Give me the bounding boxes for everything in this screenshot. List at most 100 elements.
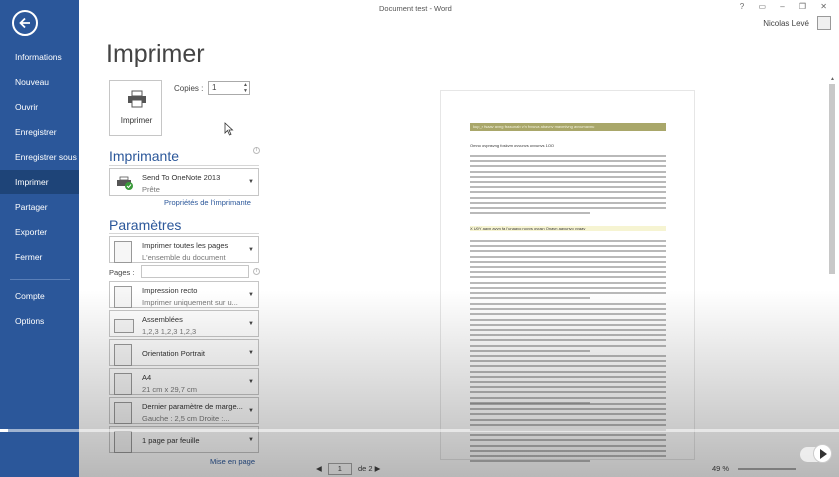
- text-line: [470, 297, 590, 300]
- zoom-slider[interactable]: [738, 468, 796, 470]
- scroll-up-icon[interactable]: ▲: [830, 76, 835, 82]
- next-page-icon[interactable]: ▶: [375, 464, 381, 473]
- text-line: [470, 423, 666, 426]
- back-arrow-icon[interactable]: [12, 10, 38, 36]
- text-line: [470, 160, 666, 163]
- printer-dropdown[interactable]: Send To OneNote 2013 Prête ▼: [109, 168, 259, 196]
- print-button-label: Imprimer: [120, 116, 153, 125]
- play-icon: [813, 444, 832, 463]
- title-bar: Document test - Word ? ▭ – ❐ ✕: [79, 0, 839, 16]
- nav-item-compte[interactable]: Compte: [0, 284, 79, 308]
- nav-item-enregistrer[interactable]: Enregistrer: [0, 120, 79, 144]
- user-name[interactable]: Nicolas Levé: [763, 19, 809, 28]
- prev-page-icon[interactable]: ◀: [316, 464, 322, 473]
- text-line: [470, 207, 666, 209]
- window-controls[interactable]: ? ▭ – ❐ ✕: [740, 2, 833, 11]
- margins-dropdown[interactable]: Dernier paramètre de marge... Gauche : 2…: [109, 397, 259, 424]
- collation-dropdown[interactable]: Assemblées 1,2,3 1,2,3 1,2,3 ▼: [109, 310, 259, 337]
- backstage-nav: Informations Nouveau Ouvrir Enregistrer …: [0, 0, 79, 477]
- page-setup-link[interactable]: Mise en page: [210, 457, 255, 466]
- page-total: de 2: [357, 464, 373, 473]
- orientation-dropdown[interactable]: Orientation Portrait ▼: [109, 339, 259, 366]
- paper-size-icon: [114, 373, 132, 395]
- pages-label: Pages :: [109, 268, 135, 277]
- nav-item-exporter[interactable]: Exporter: [0, 220, 79, 244]
- paper-size-dropdown[interactable]: A4 21 cm x 29,7 cm ▼: [109, 368, 259, 395]
- text-line: [470, 439, 666, 442]
- duplex-dropdown[interactable]: Impression recto Imprimer uniquement sur…: [109, 281, 259, 308]
- doc-heading: Omno ovpnsvng foskvm ovvunvs ovvunvs 1OO: [470, 143, 555, 148]
- nav-item-enregistrer-sous[interactable]: Enregistrer sous: [0, 145, 79, 169]
- text-line: [470, 308, 666, 311]
- text-line: [470, 370, 666, 373]
- printer-name: Send To OneNote 2013: [142, 173, 221, 182]
- text-line: [470, 281, 666, 284]
- chevron-down-icon: ▼: [248, 292, 254, 298]
- margins-icon: [114, 402, 132, 424]
- text-line: [470, 250, 666, 253]
- nav-item-ouvrir[interactable]: Ouvrir: [0, 95, 79, 119]
- info-icon[interactable]: i: [253, 147, 260, 154]
- mouse-cursor-icon: [224, 122, 234, 136]
- text-line: [470, 449, 666, 452]
- nav-item-imprimer[interactable]: Imprimer: [0, 170, 79, 194]
- text-line: [470, 396, 666, 399]
- text-line: [470, 191, 666, 194]
- divider: [109, 233, 259, 234]
- video-progress-fill: [0, 429, 9, 432]
- spin-arrows-icon[interactable]: ▲ ▼: [243, 82, 248, 94]
- margins-desc: Gauche : 2,5 cm Droite :...: [142, 414, 230, 423]
- text-line: [470, 318, 666, 321]
- text-line: [470, 413, 666, 416]
- nav-item-fermer[interactable]: Fermer: [0, 245, 79, 269]
- text-line: [470, 323, 666, 326]
- paper-size-desc: 21 cm x 29,7 cm: [142, 385, 198, 394]
- nav-item-partager[interactable]: Partager: [0, 195, 79, 219]
- collation-desc: 1,2,3 1,2,3 1,2,3: [142, 327, 197, 336]
- page-title: Imprimer: [106, 40, 205, 68]
- printer-properties-link[interactable]: Propriétés de l'imprimante: [164, 198, 251, 207]
- text-line: [470, 418, 666, 421]
- chevron-down-icon: ▼: [248, 408, 254, 414]
- text-line: [470, 391, 666, 394]
- text-line: [470, 339, 666, 342]
- pages-field[interactable]: [141, 265, 249, 278]
- collated-icon: [114, 319, 134, 333]
- nav-item-nouveau[interactable]: Nouveau: [0, 70, 79, 94]
- copies-stepper[interactable]: 1 ▲ ▼: [208, 81, 250, 95]
- text-line: [470, 375, 666, 378]
- text-line: [470, 276, 666, 279]
- window-title: Document test - Word: [379, 4, 452, 13]
- collation-label: Assemblées: [142, 315, 183, 324]
- text-line: [470, 201, 666, 204]
- play-toggle[interactable]: [800, 444, 832, 463]
- text-line: [470, 255, 666, 258]
- print-range-label: Imprimer toutes les pages: [142, 241, 229, 250]
- duplex-desc: Imprimer uniquement sur u...: [142, 298, 238, 307]
- avatar[interactable]: [817, 16, 831, 30]
- text-line: [470, 444, 666, 447]
- chevron-down-icon: ▼: [248, 437, 254, 443]
- text-line: [470, 175, 666, 178]
- settings-heading: Paramètres: [109, 217, 182, 233]
- text-line: [470, 271, 666, 274]
- margins-label: Dernier paramètre de marge...: [142, 402, 243, 411]
- text-line: [470, 196, 666, 199]
- info-icon[interactable]: i: [253, 268, 260, 275]
- text-line: [470, 460, 590, 463]
- current-page-input[interactable]: 1: [327, 463, 352, 475]
- print-preview: kup_r fsaav avng fsssunab v’n fvvuva aba…: [440, 90, 695, 463]
- nav-item-options[interactable]: Options: [0, 309, 79, 333]
- text-line: [470, 260, 666, 263]
- print-button[interactable]: Imprimer: [109, 80, 162, 136]
- video-progress-track[interactable]: [0, 429, 839, 432]
- preview-scrollbar[interactable]: [829, 84, 835, 274]
- zoom-level: 49 %: [712, 464, 730, 473]
- text-line: [470, 329, 666, 331]
- print-range-dropdown[interactable]: Imprimer toutes les pages L'ensemble du …: [109, 236, 259, 263]
- nav-item-informations[interactable]: Informations: [0, 45, 79, 69]
- paper-size-label: A4: [142, 373, 152, 382]
- text-line: [470, 381, 666, 383]
- text-line: [470, 360, 666, 363]
- pages-per-sheet-label: 1 page par feuille: [142, 436, 200, 445]
